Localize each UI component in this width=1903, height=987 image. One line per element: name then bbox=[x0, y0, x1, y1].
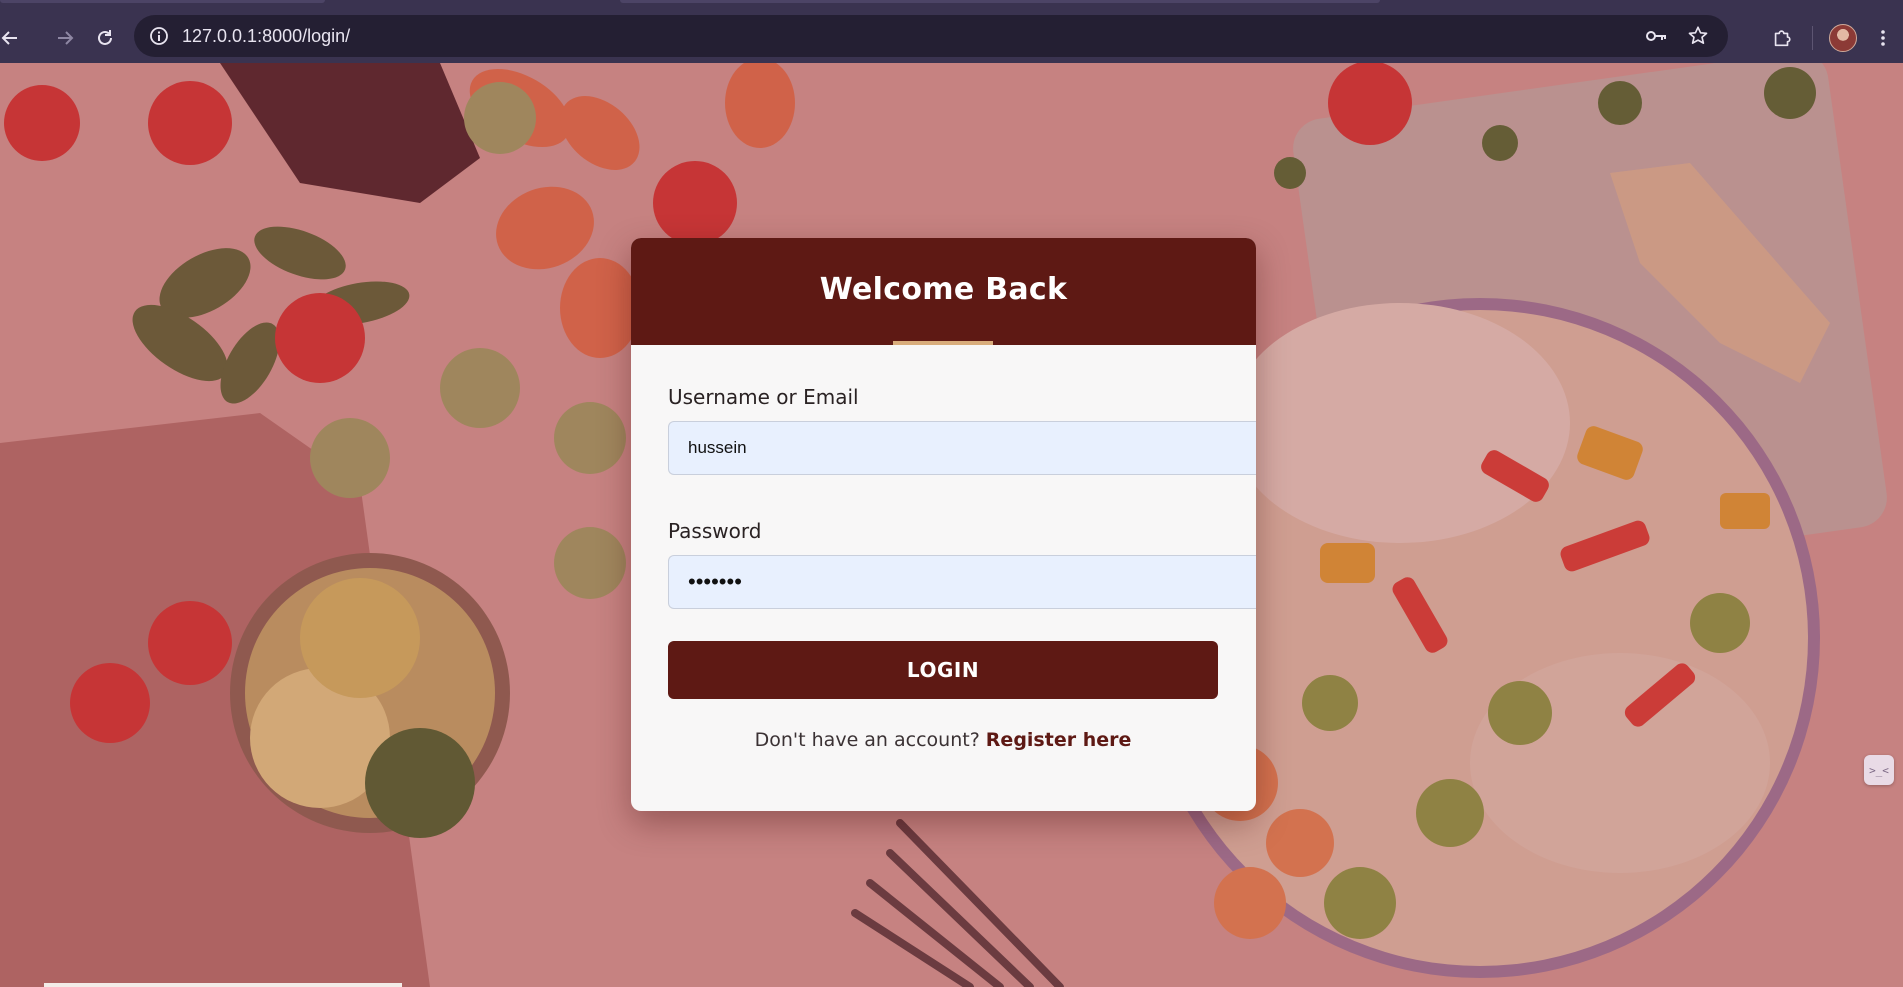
password-input[interactable]: ••••••• bbox=[668, 555, 1256, 609]
back-button[interactable] bbox=[0, 18, 30, 58]
username-label: Username or Email bbox=[668, 385, 859, 409]
tab-indicator bbox=[620, 0, 1380, 3]
side-widget-icon: >_< bbox=[1869, 763, 1889, 777]
password-label: Password bbox=[668, 519, 762, 543]
login-card-header: Welcome Back bbox=[631, 238, 1256, 345]
login-button[interactable]: LOGIN bbox=[668, 641, 1218, 699]
side-widget-button[interactable]: >_< bbox=[1864, 755, 1894, 785]
kebab-menu-icon[interactable] bbox=[1863, 18, 1903, 58]
register-prompt-text: Don't have an account? bbox=[754, 729, 980, 751]
reload-button[interactable] bbox=[85, 18, 125, 58]
star-icon[interactable] bbox=[1682, 20, 1714, 52]
url-text[interactable]: 127.0.0.1:8000/login/ bbox=[182, 26, 350, 47]
puzzle-icon[interactable] bbox=[1762, 18, 1802, 58]
username-input[interactable]: hussein bbox=[668, 421, 1256, 475]
horizontal-scrollbar[interactable] bbox=[44, 983, 402, 987]
browser-toolbar: 127.0.0.1:8000/login/ bbox=[0, 12, 1903, 63]
register-prompt: Don't have an account? Register here bbox=[668, 729, 1218, 751]
profile-avatar-button[interactable] bbox=[1823, 18, 1863, 58]
tab-strip bbox=[0, 0, 1903, 12]
key-icon[interactable] bbox=[1640, 20, 1672, 52]
address-bar[interactable]: 127.0.0.1:8000/login/ bbox=[134, 15, 1728, 57]
page-viewport: Welcome Back Username or Email hussein P… bbox=[0, 63, 1903, 987]
reload-icon bbox=[98, 29, 112, 45]
toolbar-separator bbox=[1812, 25, 1813, 50]
arrow-right-icon bbox=[58, 30, 74, 45]
login-title: Welcome Back bbox=[819, 272, 1068, 307]
avatar bbox=[1829, 23, 1857, 52]
site-info-icon[interactable] bbox=[148, 25, 170, 47]
register-link[interactable]: Register here bbox=[986, 729, 1132, 751]
forward-button[interactable] bbox=[45, 18, 85, 58]
tab-indicator bbox=[0, 0, 325, 3]
login-card: Welcome Back Username or Email hussein P… bbox=[631, 238, 1256, 811]
login-form: Username or Email hussein Password •••••… bbox=[631, 345, 1256, 751]
arrow-left-icon bbox=[1, 30, 17, 45]
